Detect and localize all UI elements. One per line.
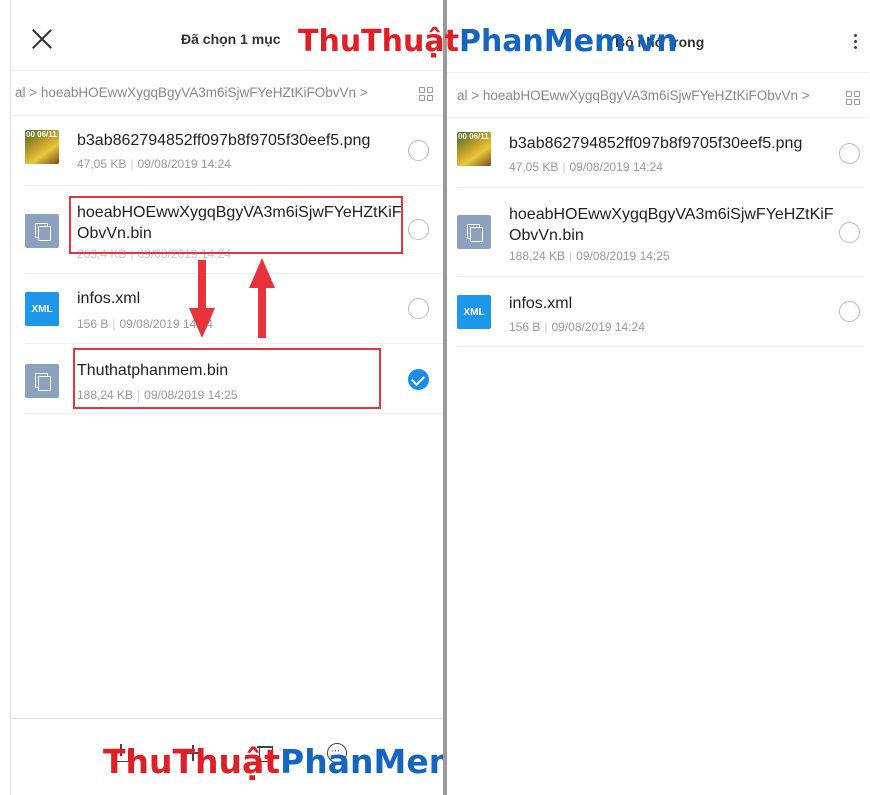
arrow-down-icon	[189, 260, 215, 340]
breadcrumb: al > hoeabHOEwwXygqBgyVA3m6iSjwFYeHZtKiF…	[11, 70, 443, 116]
selection-title: Đã chọn 1 mục	[181, 31, 281, 47]
highlight-box	[73, 348, 381, 409]
file-copy-icon	[457, 215, 491, 249]
file-name: b3ab862794852ff097b8f9705f30eef5.png	[77, 132, 371, 149]
file-row[interactable]: 00 06/11 b3ab862794852ff097b8f9705f30eef…	[25, 116, 443, 186]
file-row[interactable]: XML infos.xml 156 B | 09/08/2019 14:24	[457, 277, 864, 347]
file-row[interactable]: XML infos.xml 156 B | 09/08/2019 14:24	[25, 274, 443, 344]
select-radio[interactable]	[408, 298, 429, 319]
select-radio-checked[interactable]	[408, 369, 429, 390]
watermark-logo: ThuThuậtPhanMem.vn	[103, 742, 443, 781]
select-radio[interactable]	[839, 222, 860, 243]
file-name: infos.xml	[77, 290, 141, 307]
grid-view-icon[interactable]	[846, 91, 860, 105]
image-thumbnail: 00 06/11	[25, 130, 59, 164]
grid-view-icon[interactable]	[419, 87, 433, 101]
file-name: b3ab862794852ff097b8f9705f30eef5.png	[509, 135, 803, 152]
breadcrumb-path[interactable]: al > hoeabHOEwwXygqBgyVA3m6iSjwFYeHZtKiF…	[457, 88, 810, 103]
xml-icon: XML	[25, 292, 59, 326]
xml-icon: XML	[457, 295, 491, 329]
file-row[interactable]: 00 06/11 b3ab862794852ff097b8f9705f30eef…	[457, 118, 864, 188]
right-panel: Bộ nhớ trong al > hoeabHOEwwXygqBgyVA3m6…	[447, 0, 868, 795]
file-row[interactable]: hoeabHOEwwXygqBgyVA3m6iSjwFYeHZtKiFObvVn…	[457, 188, 864, 277]
image-thumbnail: 00 06/11	[457, 132, 491, 166]
more-vertical-icon[interactable]	[850, 33, 860, 49]
breadcrumb: al > hoeabHOEwwXygqBgyVA3m6iSjwFYeHZtKiF…	[447, 72, 868, 118]
select-radio[interactable]	[408, 219, 429, 240]
breadcrumb-path[interactable]: al > hoeabHOEwwXygqBgyVA3m6iSjwFYeHZtKiF…	[15, 85, 368, 100]
highlight-box	[69, 196, 403, 254]
left-panel: Đã chọn 1 mục al > hoeabHOEwwXygqBgyVA3m…	[10, 0, 443, 795]
watermark-logo: ThuThuậtPhanMem.vn	[298, 24, 678, 59]
file-copy-icon	[25, 364, 59, 398]
file-meta: 47,05 KB | 09/08/2019 14:24	[77, 157, 231, 171]
close-icon[interactable]	[31, 28, 53, 50]
select-radio[interactable]	[839, 143, 860, 164]
file-meta: 47,05 KB | 09/08/2019 14:24	[509, 160, 663, 174]
arrow-up-icon	[249, 258, 275, 338]
select-radio[interactable]	[839, 301, 860, 322]
file-name: hoeabHOEwwXygqBgyVA3m6iSjwFYeHZtKiFObvVn…	[509, 206, 834, 244]
select-radio[interactable]	[408, 140, 429, 161]
file-meta: 156 B | 09/08/2019 14:24	[509, 320, 645, 334]
file-copy-icon	[25, 214, 59, 248]
file-meta: 188,24 KB | 09/08/2019 14:25	[509, 249, 670, 263]
file-name: infos.xml	[509, 295, 573, 312]
